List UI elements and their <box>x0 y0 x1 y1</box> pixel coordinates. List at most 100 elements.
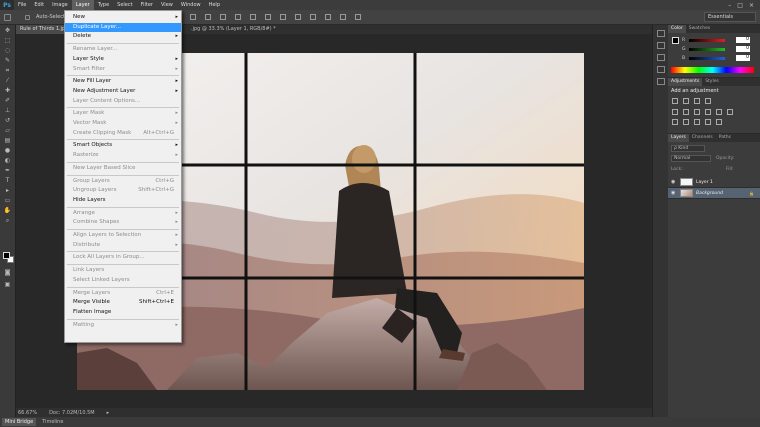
threshold-icon[interactable] <box>694 119 700 125</box>
path-select-tool-icon[interactable]: ▸ <box>3 187 12 194</box>
screen-mode-icon[interactable]: ▣ <box>3 281 12 288</box>
panel-tab-layers[interactable]: Layers <box>668 134 689 142</box>
distribute-center-icon[interactable] <box>340 14 346 20</box>
bottom-tab-timeline[interactable]: Timeline <box>39 418 66 426</box>
exposure-icon[interactable] <box>705 98 711 104</box>
channel-mixer-icon[interactable] <box>727 109 733 115</box>
visibility-eye-icon[interactable]: ◉ <box>671 179 677 185</box>
slider-value-input[interactable]: 0 <box>736 46 750 52</box>
menu-item-smart-objects[interactable]: Smart Objects ▸ <box>65 141 181 150</box>
align-top-icon[interactable] <box>190 14 196 20</box>
menu-type[interactable]: Type <box>94 0 113 10</box>
distribute-bottom-icon[interactable] <box>310 14 316 20</box>
panel-tab-swatches[interactable]: Swatches <box>686 25 714 33</box>
panel-tab-channels[interactable]: Channels <box>689 134 716 142</box>
menu-item-duplicate-layer[interactable]: Duplicate Layer... <box>65 22 181 32</box>
menu-item-new-fill-layer[interactable]: New Fill Layer ▸ <box>65 77 181 86</box>
marquee-tool-icon[interactable]: ⬚ <box>3 37 12 44</box>
color-balance-icon[interactable] <box>694 109 700 115</box>
minimize-icon[interactable]: – <box>728 2 731 9</box>
lasso-tool-icon[interactable]: ◌ <box>3 47 12 54</box>
photo-filter-icon[interactable] <box>716 109 722 115</box>
gradient-tool-icon[interactable]: ▤ <box>3 137 12 144</box>
selective-color-icon[interactable] <box>716 119 722 125</box>
distribute-left-icon[interactable] <box>325 14 331 20</box>
hand-tool-icon[interactable]: ✋ <box>3 207 12 214</box>
menu-help[interactable]: Help <box>205 0 224 10</box>
align-left-icon[interactable] <box>235 14 241 20</box>
slider-value-input[interactable]: 0 <box>736 55 750 61</box>
close-window-icon[interactable]: × <box>749 2 754 9</box>
menu-item-new-adjustment-layer[interactable]: New Adjustment Layer ▸ <box>65 87 181 96</box>
menu-view[interactable]: View <box>157 0 177 10</box>
properties-panel-icon[interactable] <box>656 42 665 49</box>
character-panel-icon[interactable] <box>656 54 665 61</box>
foreground-color-swatch[interactable] <box>3 252 10 259</box>
menu-item-new[interactable]: New ▸ <box>65 13 181 22</box>
eraser-tool-icon[interactable]: ▱ <box>3 127 12 134</box>
menu-item-flatten-image[interactable]: Flatten Image <box>65 308 181 317</box>
workspace-select[interactable]: Essentials <box>704 12 756 22</box>
panel-tab-color[interactable]: Color <box>668 25 686 33</box>
color-swatches[interactable] <box>3 252 14 263</box>
blend-mode-select[interactable]: Normal <box>671 155 711 162</box>
vibrance-icon[interactable] <box>672 109 678 115</box>
visibility-eye-icon[interactable]: ◉ <box>671 190 677 196</box>
hue-saturation-icon[interactable] <box>683 109 689 115</box>
menu-select[interactable]: Select <box>113 0 136 10</box>
doc-size[interactable]: Doc: 7.02M/10.5M <box>49 410 95 416</box>
menu-image[interactable]: Image <box>48 0 72 10</box>
status-arrow-icon[interactable]: ▸ <box>107 410 110 416</box>
menu-window[interactable]: Window <box>177 0 205 10</box>
type-tool-icon[interactable]: T <box>3 177 12 184</box>
menu-file[interactable]: File <box>14 0 30 10</box>
color-spectrum[interactable] <box>671 67 754 73</box>
panel-tab-styles[interactable]: Styles <box>702 78 722 86</box>
gradient-map-icon[interactable] <box>705 119 711 125</box>
panel-tab-adjustments[interactable]: Adjustments <box>668 78 703 86</box>
zoom-level[interactable]: 66.67% <box>18 410 37 416</box>
levels-icon[interactable] <box>683 98 689 104</box>
menu-item-layer-style[interactable]: Layer Style ▸ <box>65 55 181 64</box>
history-panel-icon[interactable] <box>656 30 665 37</box>
brush-panel-icon[interactable] <box>656 78 665 85</box>
menu-item-hide-layers[interactable]: Hide Layers <box>65 196 181 205</box>
crop-tool-icon[interactable]: ⌗ <box>3 67 12 74</box>
align-right-icon[interactable] <box>265 14 271 20</box>
maximize-icon[interactable]: □ <box>737 2 743 9</box>
layer-row[interactable]: ◉ Layer 1 <box>668 177 760 188</box>
zoom-tool-icon[interactable]: ⌕ <box>3 217 12 224</box>
slider-track[interactable] <box>689 38 725 42</box>
menu-edit[interactable]: Edit <box>30 0 48 10</box>
menu-item-merge-visible[interactable]: Merge Visible Shift+Ctrl+E <box>65 298 181 307</box>
curves-icon[interactable] <box>694 98 700 104</box>
move-tool-icon[interactable]: ✥ <box>3 27 12 34</box>
distribute-right-icon[interactable] <box>355 14 361 20</box>
quick-mask-icon[interactable]: ◙ <box>3 269 12 276</box>
bottom-tab-mini-bridge[interactable]: Mini Bridge <box>2 418 37 426</box>
black-white-icon[interactable] <box>705 109 711 115</box>
posterize-icon[interactable] <box>683 119 689 125</box>
panel-fg-swatch[interactable] <box>672 37 679 44</box>
brush-tool-icon[interactable]: ✐ <box>3 97 12 104</box>
pen-tool-icon[interactable]: ✒ <box>3 167 12 174</box>
slider-value-input[interactable]: 0 <box>736 37 750 43</box>
move-tool-icon[interactable] <box>4 13 11 21</box>
healing-brush-tool-icon[interactable]: ✚ <box>3 87 12 94</box>
menu-layer[interactable]: Layer <box>71 0 94 10</box>
history-brush-tool-icon[interactable]: ↺ <box>3 117 12 124</box>
blur-tool-icon[interactable]: ● <box>3 147 12 154</box>
align-middle-icon[interactable] <box>205 14 211 20</box>
slider-track[interactable] <box>689 47 725 51</box>
distribute-middle-icon[interactable] <box>295 14 301 20</box>
auto-select-checkbox[interactable] <box>25 14 30 20</box>
shape-tool-icon[interactable]: ▭ <box>3 197 12 204</box>
slider-track[interactable] <box>689 56 725 60</box>
distribute-top-icon[interactable] <box>280 14 286 20</box>
eyedropper-tool-icon[interactable]: ⁄ <box>3 77 12 84</box>
panel-tab-paths[interactable]: Paths <box>716 134 734 142</box>
quick-select-tool-icon[interactable]: ✎ <box>3 57 12 64</box>
menu-filter[interactable]: Filter <box>137 0 157 10</box>
brightness-contrast-icon[interactable] <box>672 98 678 104</box>
paragraph-panel-icon[interactable] <box>656 66 665 73</box>
